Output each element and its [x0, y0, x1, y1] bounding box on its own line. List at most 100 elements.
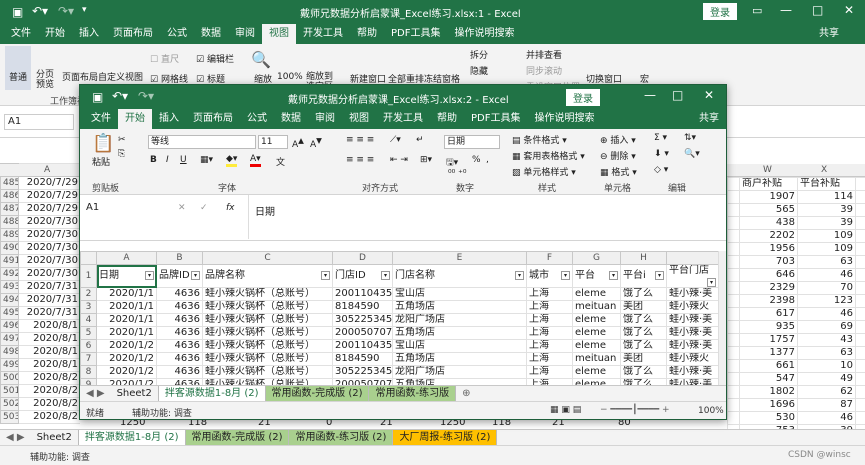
header-cell[interactable]: 平台补贴 [797, 177, 856, 191]
front-maximize-icon[interactable]: □ [672, 88, 683, 102]
filter-dropdown-icon[interactable]: ▾ [321, 271, 330, 280]
font-size-select[interactable]: 11 [258, 135, 288, 149]
row-header[interactable]: 1 [80, 264, 97, 288]
city-cell[interactable]: 上海 [526, 352, 573, 366]
date-cell[interactable]: 2020/7/31 [18, 293, 80, 307]
ruler-check[interactable]: ☐ 直尺 [150, 52, 179, 65]
bname-cell[interactable]: 蛙小辣火锅杯（总账号） [202, 352, 333, 366]
row-header[interactable]: 7 [80, 352, 97, 366]
date-cell[interactable]: 2020/8/2 [18, 384, 80, 398]
date-cell[interactable]: 2020/1/2 [96, 339, 157, 353]
sid-cell[interactable]: 305225345 [332, 365, 393, 379]
fill-color-icon[interactable]: ◆▾ [226, 154, 238, 167]
row-header[interactable]: 4 [80, 313, 97, 327]
formula-input[interactable]: 日期 [248, 195, 718, 239]
date-cell[interactable]: 2020/8/1 [18, 332, 80, 346]
back-tab-pdf[interactable]: PDF工具集 [384, 24, 447, 44]
merchant-subsidy-cell[interactable]: 565 [739, 203, 798, 217]
front-tab-help[interactable]: 帮助 [430, 109, 464, 129]
sid-cell[interactable]: 8184590 [332, 352, 393, 366]
header-cell[interactable]: 平台 ▾ [572, 264, 621, 288]
bid-cell[interactable]: 4636 [156, 365, 203, 379]
cell[interactable] [727, 229, 740, 243]
row-header[interactable]: 486 [0, 189, 19, 203]
date-cell[interactable]: 2020/8/1 [18, 358, 80, 372]
back-login-button[interactable]: 登录 [703, 3, 737, 20]
merge-icon[interactable]: ⊞▾ [420, 155, 432, 165]
merchant-subsidy-cell[interactable]: 661 [739, 359, 798, 373]
plat-cell[interactable]: eleme [572, 287, 621, 301]
platform-subsidy-cell[interactable]: 39 [797, 216, 856, 230]
filter-dropdown-icon[interactable]: ▾ [381, 271, 390, 280]
back-tab-home[interactable]: 开始 [38, 24, 72, 44]
sname-cell[interactable]: 五角场店 [392, 352, 527, 366]
front-share-button[interactable]: 共享 [692, 109, 726, 129]
cond-format-button[interactable]: ▤ 条件格式 ▾ [512, 133, 567, 146]
back-tab-review[interactable]: 审阅 [228, 24, 262, 44]
sheet-nav-icon[interactable]: ◀ ▶ [0, 430, 31, 445]
border-icon[interactable]: ▦▾ [200, 155, 213, 165]
sid-cell[interactable]: 305225345 [332, 313, 393, 327]
sid-cell[interactable]: 8184590 [332, 300, 393, 314]
front-tab-file[interactable]: 文件 [84, 109, 118, 129]
ribbon-display-icon[interactable]: ▭ [752, 4, 762, 17]
bname-cell[interactable]: 蛙小辣火锅杯（总账号） [202, 287, 333, 301]
front-login-button[interactable]: 登录 [566, 89, 600, 106]
front-tab-formulas[interactable]: 公式 [240, 109, 274, 129]
find-icon[interactable]: 🔍▾ [684, 149, 700, 159]
table-format-button[interactable]: ▦ 套用表格格式 ▾ [512, 149, 585, 162]
city-cell[interactable]: 上海 [526, 300, 573, 314]
row-header[interactable]: 3 [80, 300, 97, 314]
column-header[interactable]: A [96, 251, 157, 265]
plat-cell[interactable]: eleme [572, 326, 621, 340]
cell-style-button[interactable]: ▨ 单元格样式 ▾ [512, 165, 576, 178]
merchant-subsidy-cell[interactable]: 1377 [739, 346, 798, 360]
front-tab-developer[interactable]: 开发工具 [376, 109, 430, 129]
back-status-access[interactable]: 辅助功能: 调查 [30, 450, 90, 463]
platform-subsidy-cell[interactable]: 69 [797, 320, 856, 334]
back-tab-data[interactable]: 数据 [194, 24, 228, 44]
front-tab-home[interactable]: 开始 [118, 109, 152, 129]
city-cell[interactable]: 上海 [526, 339, 573, 353]
back-tab-developer[interactable]: 开发工具 [296, 24, 350, 44]
merchant-subsidy-cell[interactable]: 1696 [739, 398, 798, 412]
row-header[interactable]: 492 [0, 267, 19, 281]
merchant-subsidy-cell[interactable]: 935 [739, 320, 798, 334]
platform-subsidy-cell[interactable]: 46 [797, 307, 856, 321]
percent-button[interactable]: % [472, 155, 481, 165]
row-header[interactable]: 6 [80, 339, 97, 353]
back-tab-file[interactable]: 文件 [4, 24, 38, 44]
city-cell[interactable]: 上海 [526, 313, 573, 327]
merchant-subsidy-cell[interactable]: 617 [739, 307, 798, 321]
platform-subsidy-cell[interactable]: 87 [797, 398, 856, 412]
sname-cell[interactable]: 龙阳广场店 [392, 365, 527, 379]
filter-dropdown-icon[interactable]: ▾ [609, 271, 618, 280]
header-cell[interactable]: 门店名称 ▾ [392, 264, 527, 288]
back-sheet-tab[interactable]: 大厂周报-练习版 (2) [393, 430, 498, 445]
sid-cell[interactable]: 2000507076 [332, 326, 393, 340]
date-cell[interactable]: 2020/1/1 [96, 326, 157, 340]
pshop-cell[interactable]: 蛙小辣·美 [666, 339, 718, 353]
cell[interactable] [727, 411, 740, 425]
wen-button[interactable]: 文 [276, 155, 285, 168]
zoom-slider[interactable]: − ━━━━┃━━━━ + [600, 405, 670, 415]
row-header[interactable]: 490 [0, 241, 19, 255]
column-header[interactable] [666, 251, 718, 265]
pshop-cell[interactable]: 蛙小辣火 [666, 300, 718, 314]
front-sheet-nav-icon[interactable]: ◀ ▶ [80, 386, 111, 401]
back-tab-formulas[interactable]: 公式 [160, 24, 194, 44]
decimal-icon[interactable]: ⁰⁰ ⁺⁰ [448, 169, 466, 179]
header-cell[interactable]: 品牌ID ▾ [156, 264, 203, 288]
back-sheet-tab[interactable]: 常用函数-练习版 (2) [289, 430, 394, 445]
back-tab-view[interactable]: 视图 [262, 24, 296, 44]
platform-subsidy-cell[interactable]: 70 [797, 281, 856, 295]
date-cell[interactable]: 2020/7/31 [18, 280, 80, 294]
bid-cell[interactable]: 4636 [156, 326, 203, 340]
orientation-icon[interactable]: ⟋▾ [390, 135, 401, 145]
filter-dropdown-icon[interactable]: ▾ [561, 271, 570, 280]
add-sheet-icon[interactable]: ⊕ [456, 386, 476, 401]
row-header[interactable]: 501 [0, 384, 19, 398]
front-redo-icon[interactable]: ↷▾ [138, 89, 154, 103]
row-header[interactable]: 496 [0, 319, 19, 333]
pshop-cell[interactable]: 蛙小辣·美 [666, 287, 718, 301]
